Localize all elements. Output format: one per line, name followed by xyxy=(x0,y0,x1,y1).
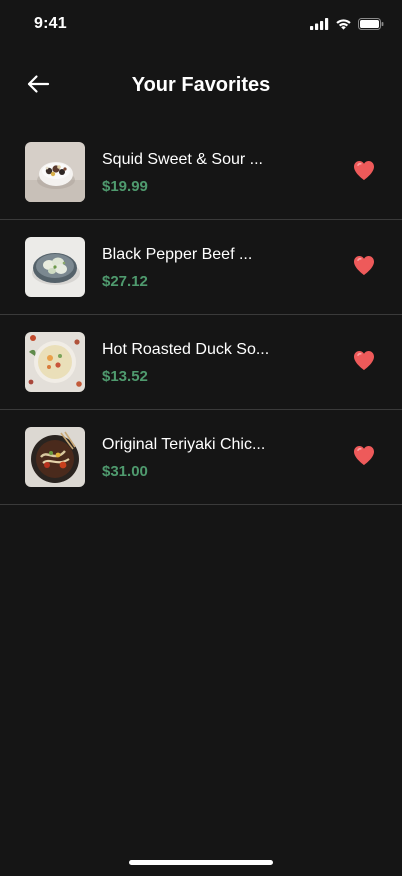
wifi-icon xyxy=(335,17,352,35)
dish-thumbnail xyxy=(25,332,85,392)
battery-icon xyxy=(358,17,384,35)
heart-icon xyxy=(352,349,376,376)
dish-name: Original Teriyaki Chic... xyxy=(102,436,266,453)
favorite-button[interactable] xyxy=(350,253,378,281)
dish-name: Hot Roasted Duck So... xyxy=(102,341,270,358)
favorite-button[interactable] xyxy=(350,158,378,186)
dish-name: Squid Sweet & Sour ... xyxy=(102,151,263,168)
favorite-item[interactable]: Hot Roasted Duck So... $13.52 xyxy=(0,315,402,410)
heart-icon xyxy=(352,444,376,471)
favorite-item[interactable]: Black Pepper Beef ... $27.12 xyxy=(0,220,402,315)
favorite-button[interactable] xyxy=(350,348,378,376)
header: Your Favorites xyxy=(0,60,402,112)
status-bar: 9:41 xyxy=(0,0,402,48)
status-icons xyxy=(310,17,384,35)
status-time: 9:41 xyxy=(34,15,67,32)
dish-name: Black Pepper Beef ... xyxy=(102,246,253,263)
heart-icon xyxy=(352,254,376,281)
dish-price: $31.00 xyxy=(102,463,148,480)
cellular-signal-icon xyxy=(310,17,329,35)
dish-thumbnail xyxy=(25,427,85,487)
dish-thumbnail xyxy=(25,142,85,202)
dish-price: $13.52 xyxy=(102,368,148,385)
dish-thumbnail xyxy=(25,237,85,297)
dish-price: $27.12 xyxy=(102,273,148,290)
favorites-list: Squid Sweet & Sour ... $19.99 Black Pepp… xyxy=(0,125,402,505)
home-indicator[interactable] xyxy=(129,860,273,865)
page-title: Your Favorites xyxy=(131,74,271,96)
favorite-button[interactable] xyxy=(350,443,378,471)
dish-price: $19.99 xyxy=(102,178,148,195)
favorite-item[interactable]: Original Teriyaki Chic... $31.00 xyxy=(0,410,402,505)
favorite-item[interactable]: Squid Sweet & Sour ... $19.99 xyxy=(0,125,402,220)
heart-icon xyxy=(352,159,376,186)
